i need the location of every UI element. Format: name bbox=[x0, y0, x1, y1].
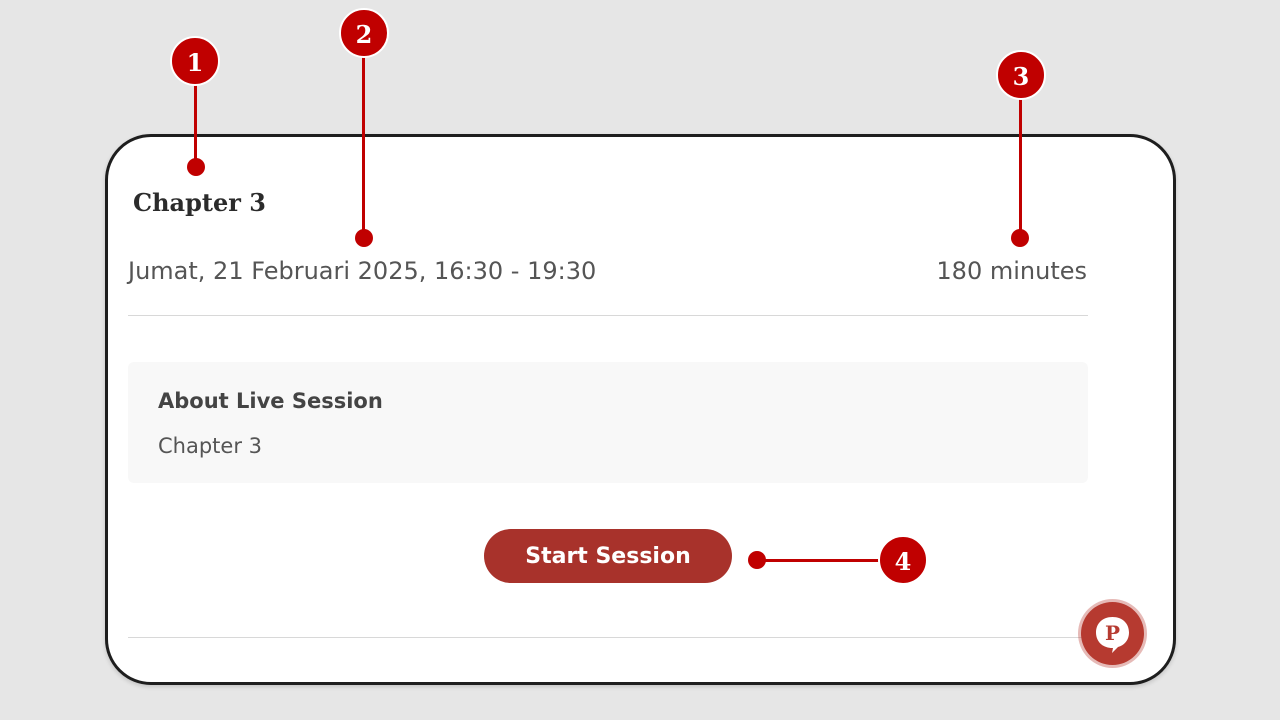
callout-marker-3: 3 bbox=[996, 50, 1046, 100]
callout-marker-1: 1 bbox=[170, 36, 220, 86]
about-heading: About Live Session bbox=[158, 389, 383, 413]
session-schedule: Jumat, 21 Februari 2025, 16:30 - 19:30 bbox=[128, 257, 597, 285]
callout-dot-2 bbox=[355, 229, 373, 247]
divider bbox=[128, 637, 1088, 638]
chat-fab-button[interactable]: P bbox=[1081, 602, 1144, 665]
about-live-session-panel: About Live Session Chapter 3 bbox=[128, 362, 1088, 483]
callout-line-2 bbox=[362, 56, 365, 238]
callout-dot-4 bbox=[748, 551, 766, 569]
session-duration: 180 minutes bbox=[936, 257, 1087, 285]
start-session-button[interactable]: Start Session bbox=[484, 529, 732, 583]
callout-line-3 bbox=[1019, 98, 1022, 238]
chapter-title: Chapter 3 bbox=[133, 188, 266, 217]
callout-dot-1 bbox=[187, 158, 205, 176]
callout-line-1 bbox=[194, 84, 197, 166]
divider bbox=[128, 315, 1088, 316]
chat-bubble-p-icon: P bbox=[1096, 617, 1129, 653]
callout-marker-2: 2 bbox=[339, 8, 389, 58]
callout-marker-4: 4 bbox=[878, 535, 928, 585]
callout-dot-3 bbox=[1011, 229, 1029, 247]
about-description: Chapter 3 bbox=[158, 434, 262, 458]
chat-fab-letter: P bbox=[1105, 621, 1120, 645]
callout-line-4 bbox=[757, 559, 881, 562]
